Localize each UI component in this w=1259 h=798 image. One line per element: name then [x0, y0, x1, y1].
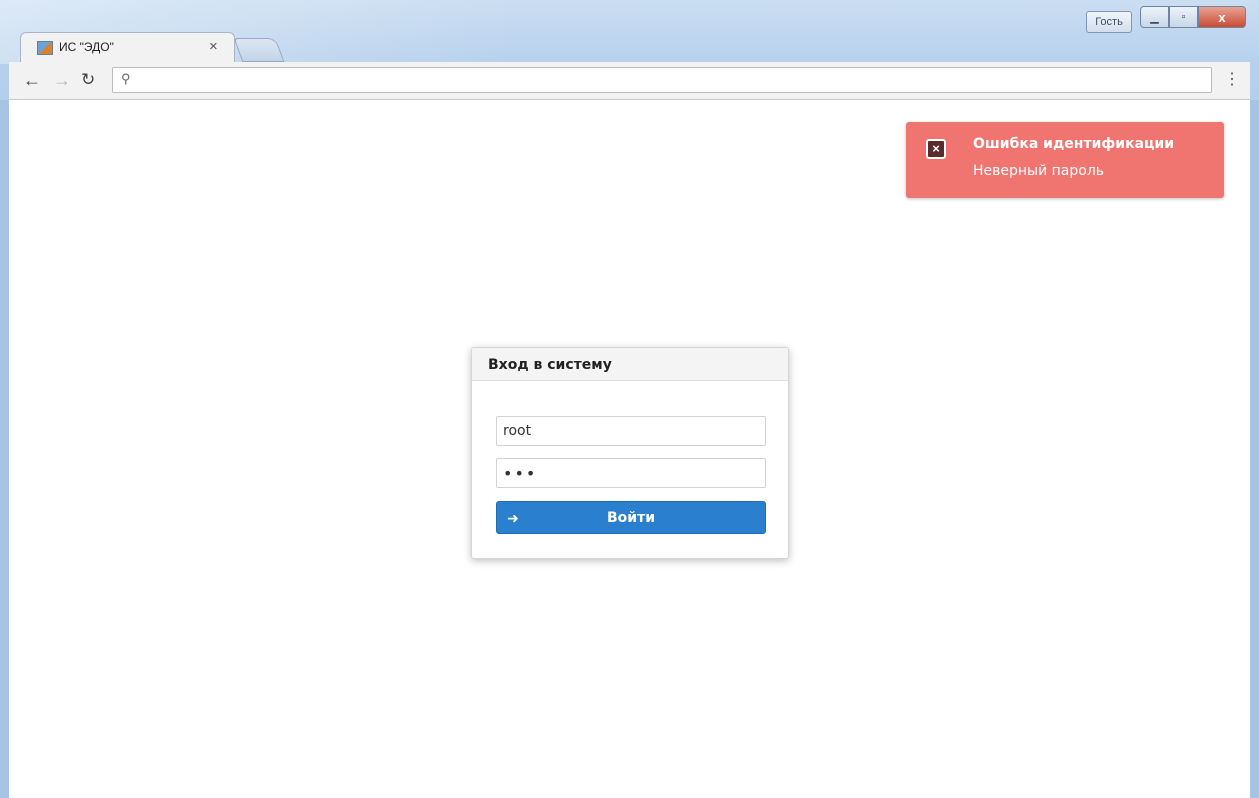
- tab-strip: ИС "ЭДО" ×: [0, 32, 1259, 62]
- login-button[interactable]: ➜ Войти: [496, 501, 766, 534]
- forward-arrow-icon[interactable]: →: [53, 70, 71, 90]
- window-controls: ▁ ▫ x: [1140, 6, 1246, 28]
- window-frame-left-border: [0, 100, 9, 798]
- error-title: Ошибка идентификации: [973, 136, 1175, 152]
- new-tab-button[interactable]: [233, 38, 285, 62]
- login-panel: Вход в систему ➜ Войти: [471, 347, 789, 559]
- minimize-icon: ▁: [1150, 11, 1159, 24]
- page-viewport: × Ошибка идентификации Неверный пароль В…: [9, 100, 1250, 798]
- browser-menu-icon[interactable]: ⋮: [1224, 70, 1240, 90]
- username-field[interactable]: [496, 416, 766, 446]
- error-close-icon[interactable]: ×: [926, 139, 946, 159]
- reload-icon[interactable]: ↻: [81, 70, 95, 90]
- close-icon: x: [1218, 9, 1226, 25]
- search-icon: ⚲: [121, 71, 131, 86]
- maximize-button[interactable]: ▫: [1169, 6, 1198, 28]
- tab-close-icon[interactable]: ×: [209, 38, 218, 55]
- error-notification: × Ошибка идентификации Неверный пароль: [906, 122, 1224, 198]
- login-panel-header: Вход в систему: [472, 348, 788, 381]
- window-frame-right-border: [1250, 100, 1259, 798]
- favicon-icon: [37, 41, 53, 55]
- error-message: Неверный пароль: [973, 163, 1105, 179]
- back-arrow-icon[interactable]: ←: [23, 70, 41, 90]
- address-input[interactable]: [139, 70, 1203, 92]
- browser-window-frame: Гость ▁ ▫ x ИС "ЭДО" × ← → ↻ ⚲ ⋮ × Ошибк…: [0, 0, 1259, 798]
- close-window-button[interactable]: x: [1198, 6, 1246, 28]
- address-bar[interactable]: ⚲: [112, 67, 1212, 93]
- maximize-icon: ▫: [1181, 11, 1186, 23]
- login-title: Вход в систему: [488, 357, 612, 373]
- password-field[interactable]: [496, 458, 766, 488]
- tab-is-edo[interactable]: ИС "ЭДО" ×: [20, 32, 235, 62]
- tab-title: ИС "ЭДО": [59, 40, 114, 54]
- minimize-button[interactable]: ▁: [1140, 6, 1169, 28]
- browser-toolbar: ← → ↻ ⚲ ⋮: [9, 62, 1250, 100]
- guest-profile-button[interactable]: Гость: [1086, 11, 1132, 33]
- login-button-label: Войти: [606, 510, 656, 526]
